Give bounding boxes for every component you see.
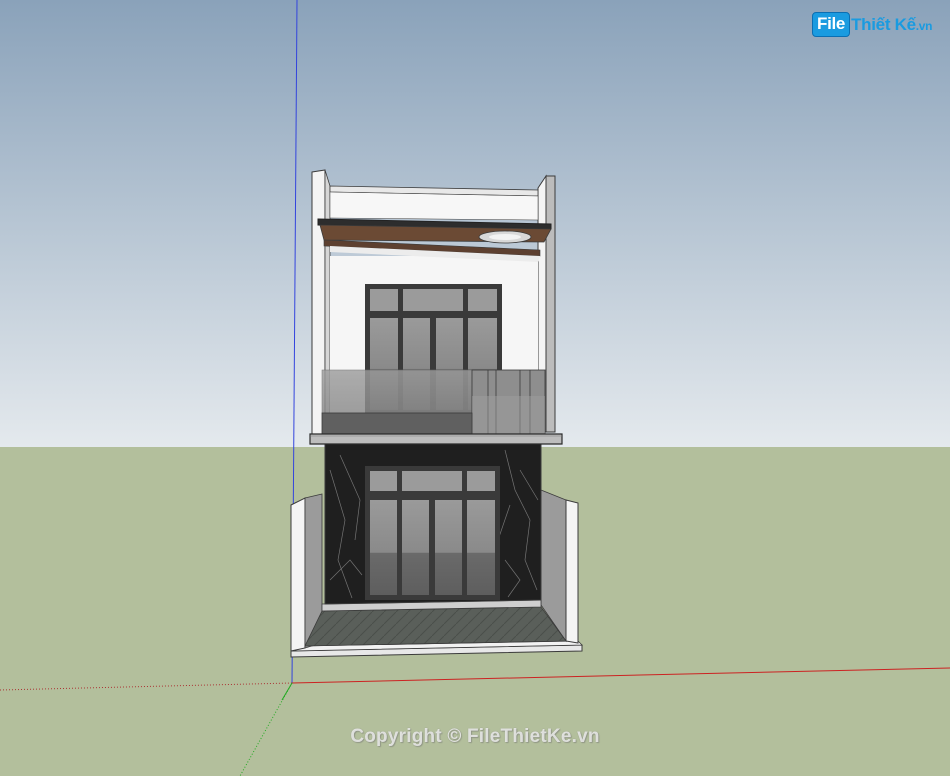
balcony-slab — [309, 433, 563, 445]
ground-transom-1 — [370, 471, 397, 491]
logo-tld: .vn — [915, 18, 933, 33]
copyright-watermark: Copyright © FileThietKe.vn — [350, 726, 600, 747]
logo-file-box: File — [812, 12, 851, 37]
right-fence-outer — [565, 499, 579, 644]
balcony-base — [321, 412, 473, 435]
ground-transom-3 — [467, 471, 495, 491]
upper-transom-1 — [370, 289, 398, 311]
ground-door-panel-3 — [435, 500, 462, 595]
ground-door-panel-1 — [370, 500, 397, 595]
ground-door-panel-2 — [402, 500, 429, 595]
ground-transom-2 — [402, 471, 462, 491]
model-drawing — [0, 0, 950, 776]
logo-text: Thiết Kế.vn — [851, 14, 933, 34]
balcony-glass-railing — [321, 369, 473, 414]
right-pillar-side — [545, 175, 556, 433]
brand-logo: File Thiết Kế.vn — [812, 12, 933, 37]
parapet-wall — [329, 191, 539, 221]
sketchup-viewport[interactable]: File Thiết Kế.vn Copyright © FileThietKe… — [0, 0, 950, 776]
upper-transom-3 — [468, 289, 497, 311]
canopy-light-inner — [489, 234, 521, 240]
ground-door-panel-4 — [467, 500, 495, 595]
left-fence-outer — [290, 497, 306, 652]
porch-floor — [304, 606, 567, 647]
upper-transom-2 — [403, 289, 463, 311]
